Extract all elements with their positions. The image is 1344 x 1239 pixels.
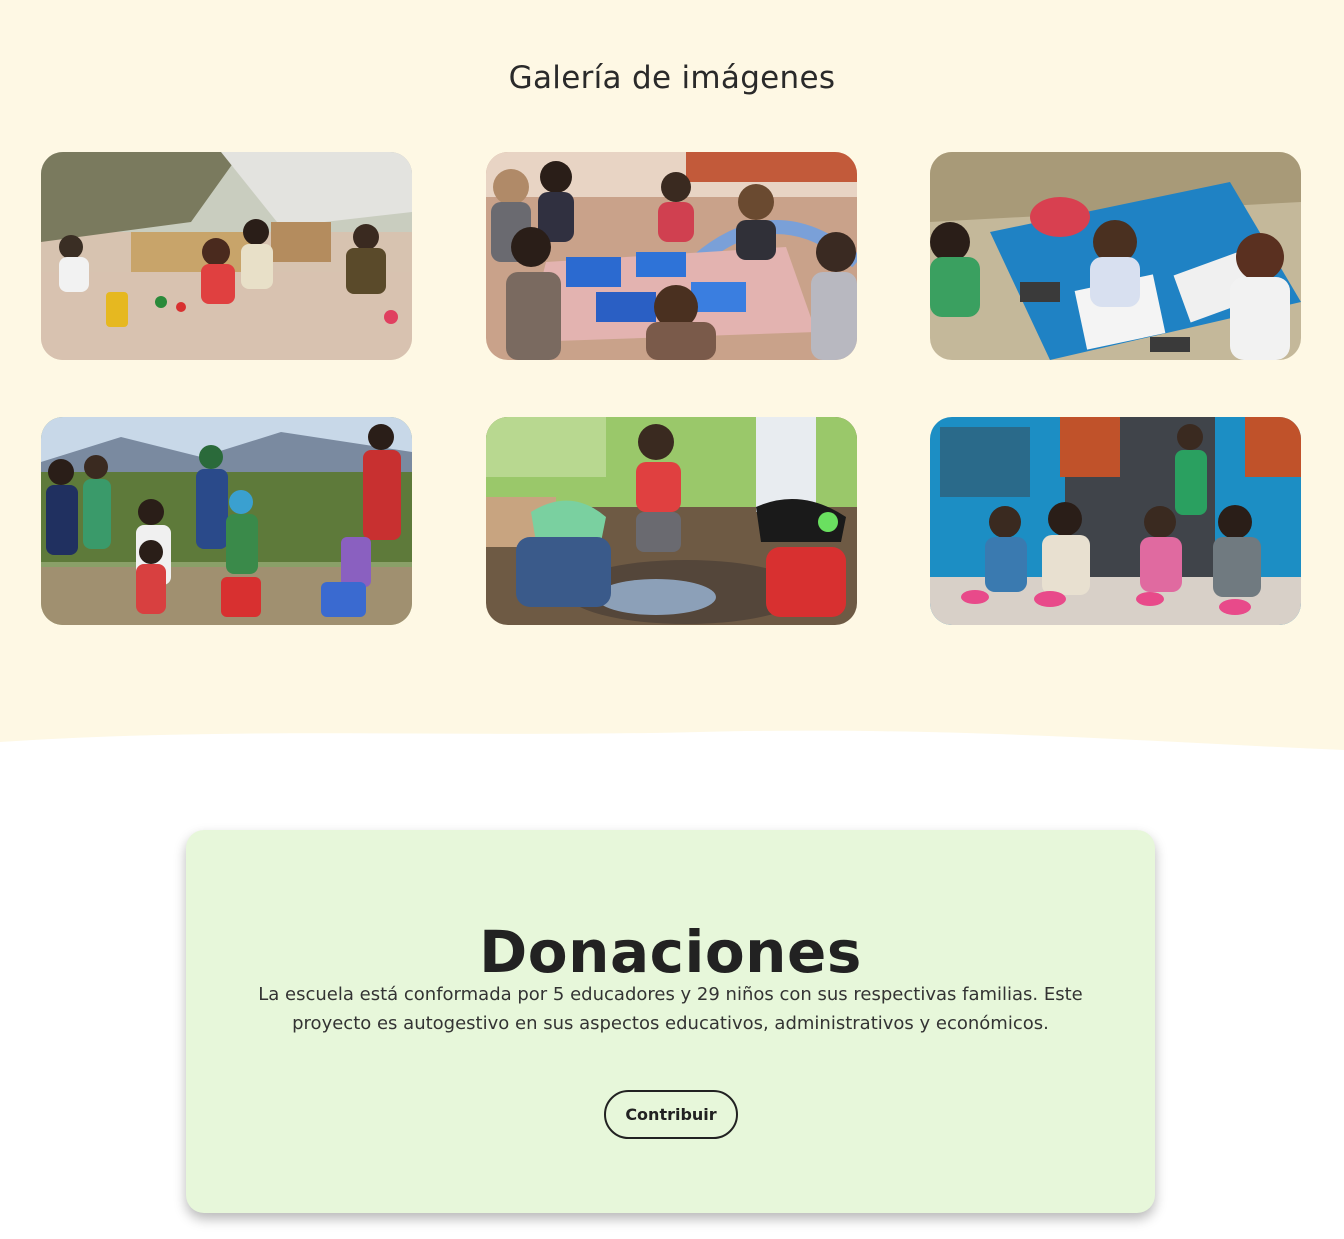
donations-title: Donaciones <box>479 918 862 986</box>
gallery-photo-watercolors[interactable] <box>930 152 1301 360</box>
section-wave-divider <box>0 730 1344 770</box>
gallery-title: Galería de imágenes <box>508 60 836 96</box>
donations-card: Donaciones La escuela está conformada po… <box>186 830 1155 1213</box>
donations-description: La escuela está conformada por 5 educado… <box>258 984 1083 1034</box>
gallery-section: Galería de imágenes <box>0 0 1344 770</box>
gallery-photo-sandbox[interactable] <box>41 152 412 360</box>
gallery-photo-group-outdoors[interactable] <box>41 417 412 625</box>
gallery-photo-toddlers-bowls[interactable] <box>930 417 1301 625</box>
gallery-photo-mud-play[interactable] <box>486 417 857 625</box>
contribute-button[interactable]: Contribuir <box>604 1090 738 1139</box>
gallery-photo-painting-table[interactable] <box>486 152 857 360</box>
